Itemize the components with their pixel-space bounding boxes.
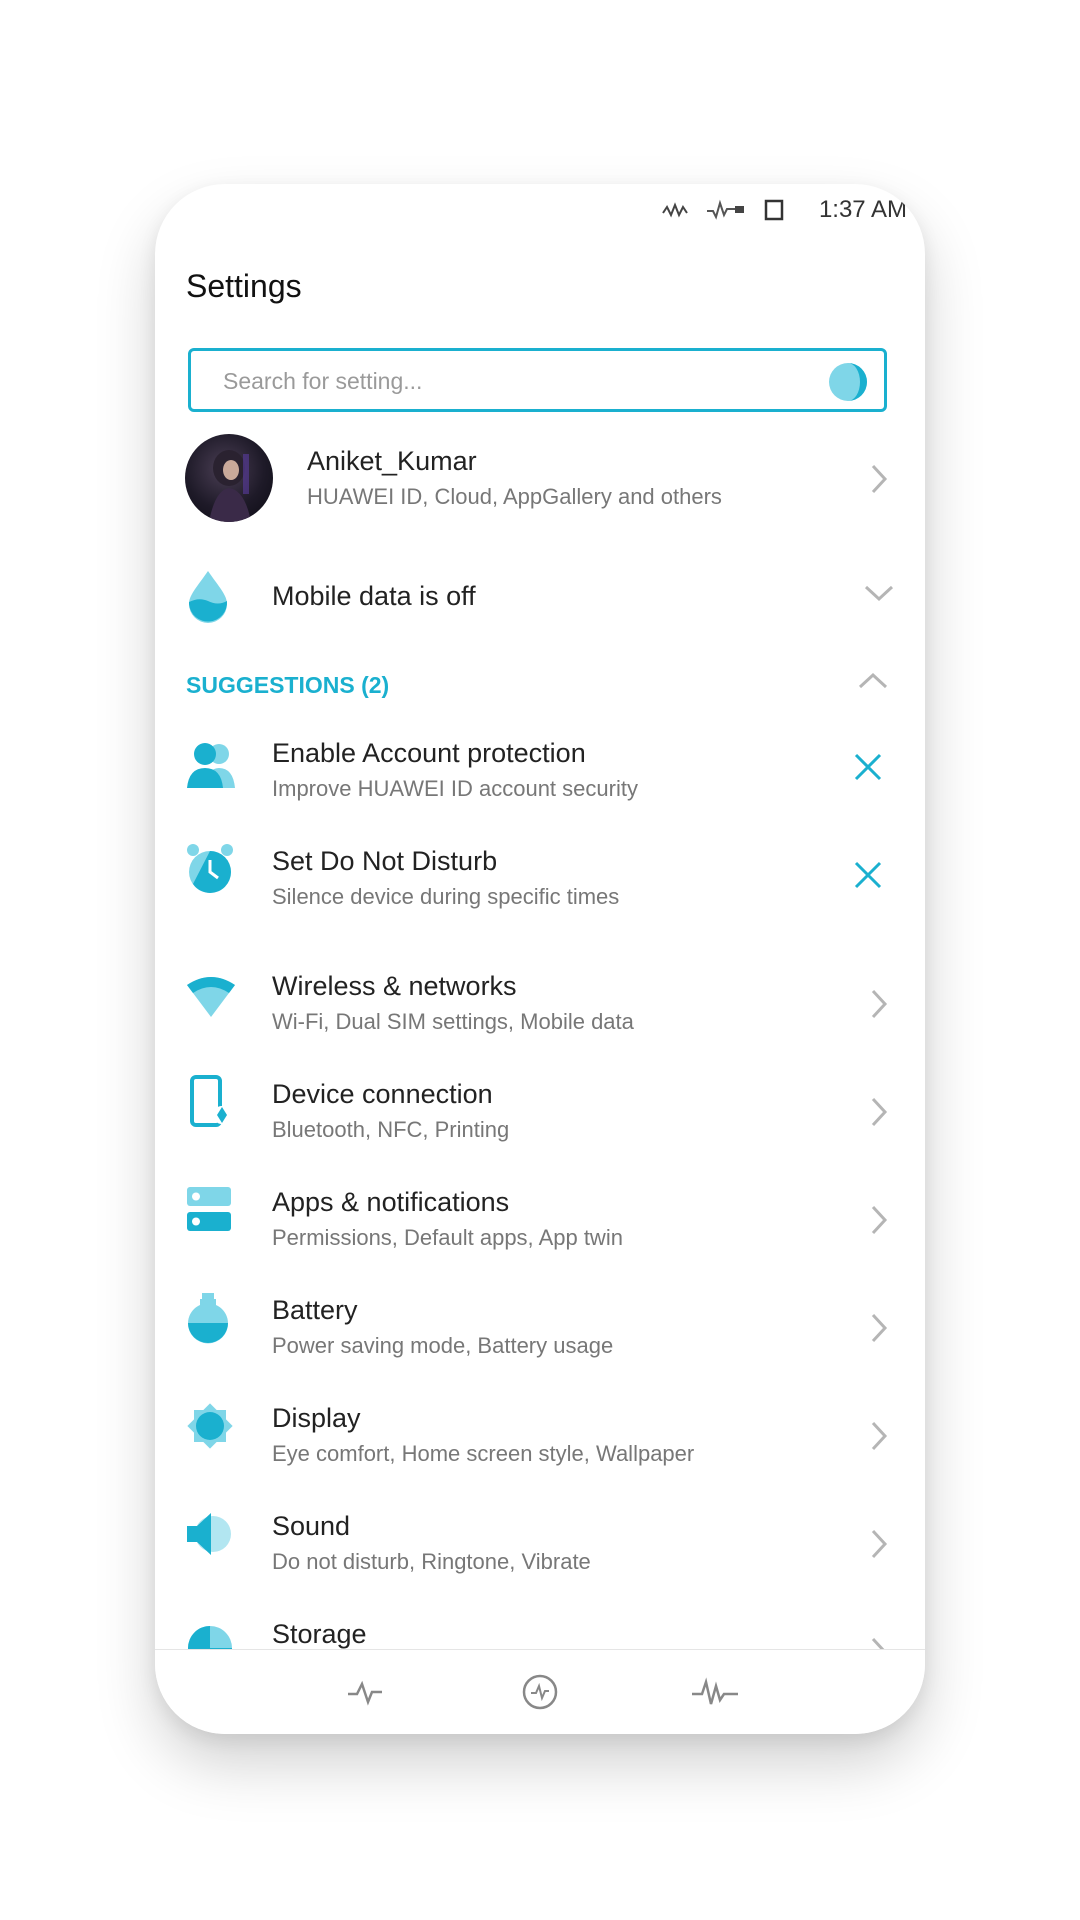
- settings-item-apps[interactable]: Apps & notifications Permissions, Defaul…: [155, 1183, 925, 1263]
- settings-item-title: Apps & notifications: [272, 1187, 510, 1217]
- screen-icon: [764, 199, 784, 221]
- home-circle-icon[interactable]: [520, 1672, 560, 1712]
- settings-item-subtitle: Wi-Fi, Dual SIM settings, Mobile data: [272, 1009, 634, 1034]
- suggestion-title: Enable Account protection: [272, 738, 586, 768]
- status-time: 1:37 AM: [818, 196, 907, 223]
- mobile-data-label: Mobile data is off: [272, 581, 476, 611]
- avatar: [185, 434, 273, 522]
- chevron-right-icon: [871, 464, 888, 494]
- settings-item-battery[interactable]: Battery Power saving mode, Battery usage: [155, 1291, 925, 1371]
- suggestion-subtitle: Improve HUAWEI ID account security: [272, 776, 638, 801]
- bottom-navigation-bar: [155, 1649, 925, 1734]
- settings-item-subtitle: Bluetooth, NFC, Printing: [272, 1117, 510, 1142]
- settings-item-display[interactable]: Display Eye comfort, Home screen style, …: [155, 1399, 925, 1479]
- chevron-up-icon[interactable]: [857, 671, 889, 691]
- battery-icon: [188, 1293, 228, 1344]
- recents-wave-icon[interactable]: [690, 1672, 740, 1712]
- status-bar: 1:37 AM: [155, 184, 925, 239]
- wifi-icon: [187, 977, 235, 1017]
- settings-item-title: Display: [272, 1403, 361, 1433]
- account-subtitle: HUAWEI ID, Cloud, AppGallery and others: [307, 484, 722, 509]
- mobile-data-row[interactable]: Mobile data is off: [155, 569, 925, 639]
- account-name: Aniket_Kumar: [307, 446, 477, 476]
- search-icon[interactable]: [828, 362, 868, 402]
- device-connection-icon: [190, 1075, 231, 1127]
- settings-item-sound[interactable]: Sound Do not disturb, Ringtone, Vibrate: [155, 1507, 925, 1587]
- chevron-right-icon: [871, 1529, 888, 1559]
- signal-wave-icon: [707, 199, 744, 220]
- settings-item-wireless[interactable]: Wireless & networks Wi-Fi, Dual SIM sett…: [155, 967, 925, 1047]
- chevron-right-icon: [871, 1097, 888, 1127]
- suggestion-do-not-disturb[interactable]: Set Do Not Disturb Silence device during…: [155, 842, 925, 922]
- sound-icon: [187, 1513, 231, 1555]
- chevron-right-icon: [871, 1205, 888, 1235]
- settings-item-title: Wireless & networks: [272, 971, 517, 1001]
- avatar-figure-icon: [209, 450, 251, 522]
- settings-item-device-connection[interactable]: Device connection Bluetooth, NFC, Printi…: [155, 1075, 925, 1155]
- alarm-clock-icon: [187, 844, 233, 893]
- status-icons: [661, 198, 785, 222]
- chevron-right-icon: [871, 989, 888, 1019]
- chevron-right-icon: [871, 1421, 888, 1451]
- settings-item-subtitle: Power saving mode, Battery usage: [272, 1333, 614, 1358]
- settings-item-title: Storage: [272, 1619, 367, 1649]
- apps-icon: [187, 1187, 231, 1231]
- page-title: Settings: [186, 268, 302, 304]
- search-input[interactable]: [221, 351, 785, 411]
- suggestion-title: Set Do Not Disturb: [272, 846, 498, 876]
- account-row[interactable]: Aniket_Kumar HUAWEI ID, Cloud, AppGaller…: [155, 434, 925, 524]
- settings-item-subtitle: Eye comfort, Home screen style, Wallpape…: [272, 1441, 695, 1466]
- settings-item-subtitle: Permissions, Default apps, App twin: [272, 1225, 623, 1250]
- back-pulse-icon[interactable]: [345, 1672, 385, 1712]
- vibrate-icon: [662, 202, 688, 218]
- phone-screen: 1:37 AM Settings Aniket_Kumar HUAWEI ID,…: [155, 184, 925, 1734]
- account-protection-icon: [187, 743, 235, 788]
- suggestions-header: SUGGESTIONS (2): [186, 672, 390, 698]
- display-icon: [187, 1403, 233, 1449]
- dismiss-close-icon[interactable]: [853, 860, 883, 890]
- settings-item-title: Device connection: [272, 1079, 493, 1109]
- settings-item-subtitle: Do not disturb, Ringtone, Vibrate: [272, 1549, 591, 1574]
- search-bar[interactable]: [188, 348, 887, 412]
- chevron-down-icon[interactable]: [863, 583, 895, 603]
- suggestion-account-protection[interactable]: Enable Account protection Improve HUAWEI…: [155, 734, 925, 814]
- settings-item-title: Battery: [272, 1295, 358, 1325]
- suggestion-subtitle: Silence device during specific times: [272, 884, 620, 909]
- chevron-right-icon: [871, 1313, 888, 1343]
- dismiss-close-icon[interactable]: [853, 752, 883, 782]
- water-drop-icon: [189, 571, 228, 623]
- settings-item-title: Sound: [272, 1511, 351, 1541]
